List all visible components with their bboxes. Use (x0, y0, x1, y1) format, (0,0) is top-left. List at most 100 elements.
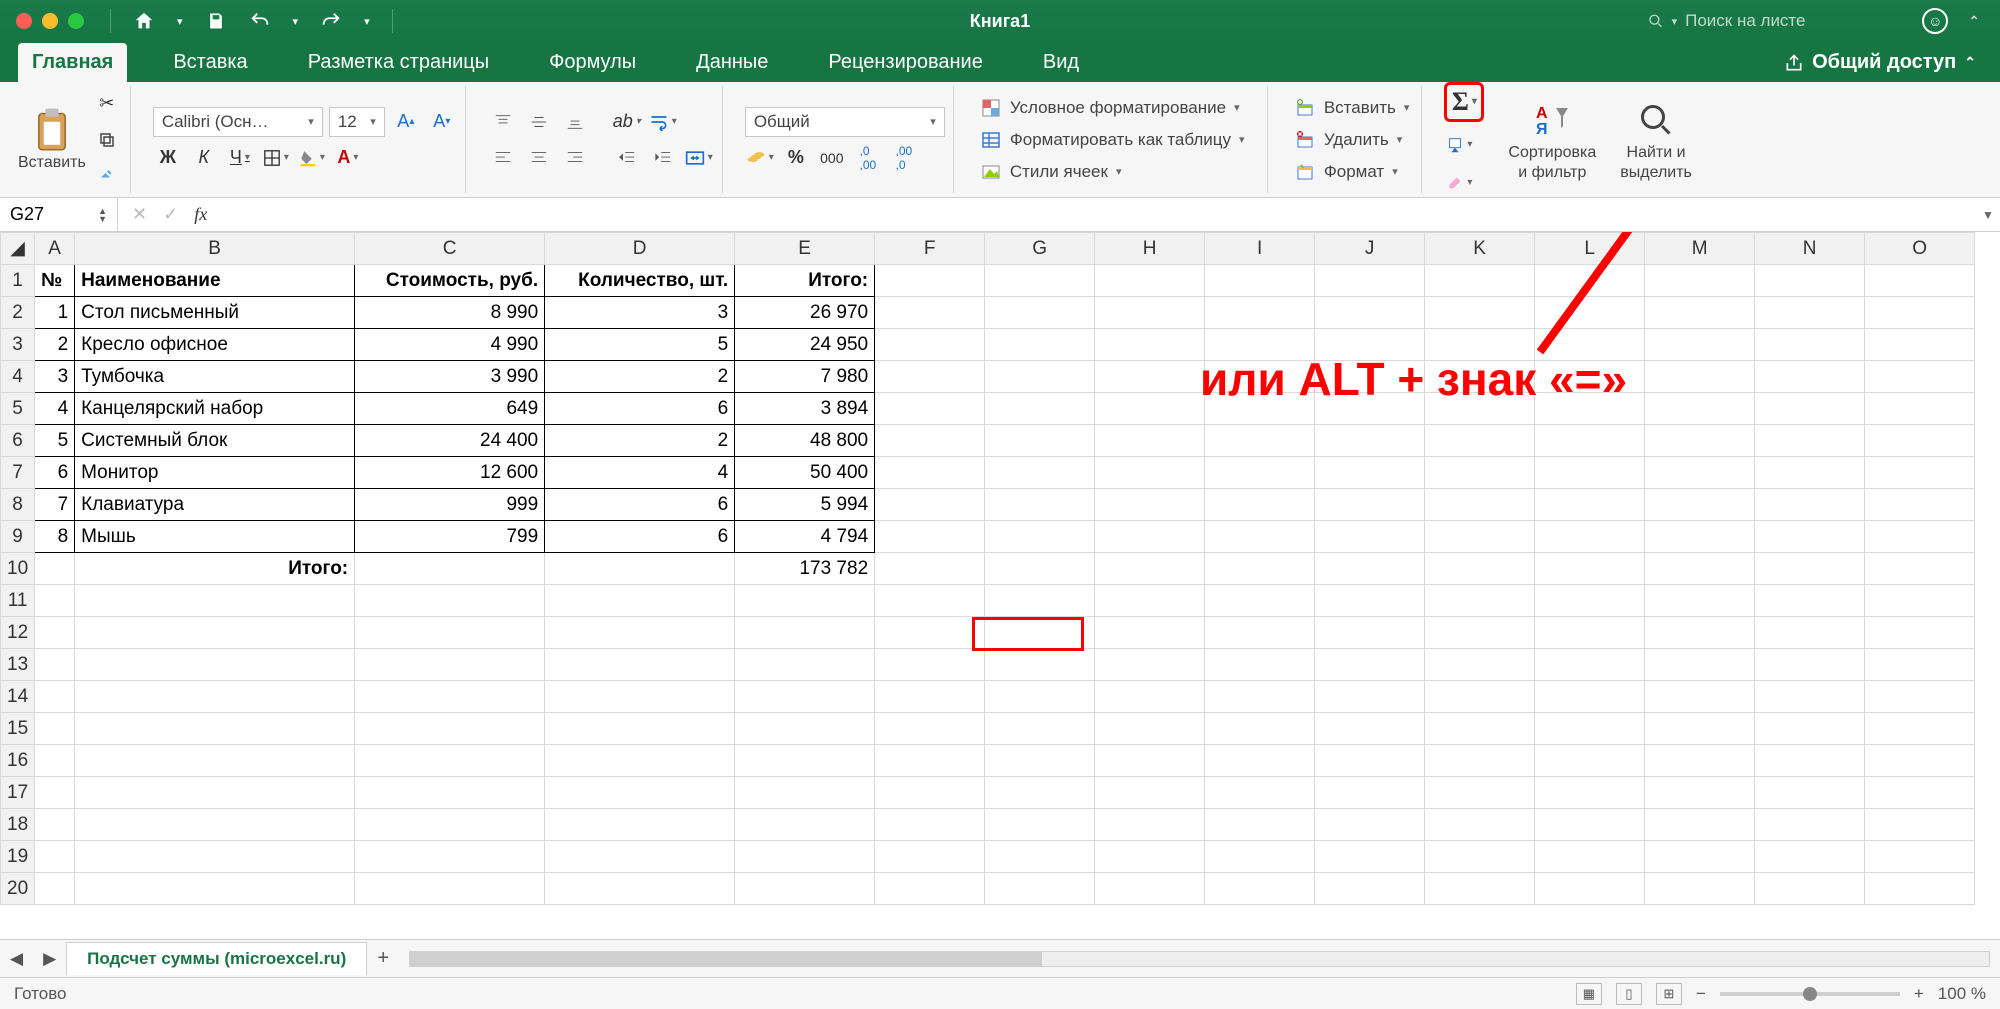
cell[interactable] (1755, 425, 1865, 457)
cell[interactable] (1645, 393, 1755, 425)
cell[interactable] (35, 649, 75, 681)
cell[interactable] (35, 777, 75, 809)
cell[interactable] (1645, 265, 1755, 297)
cell[interactable] (1755, 649, 1865, 681)
cell[interactable]: Монитор (75, 457, 355, 489)
cell[interactable] (1315, 649, 1425, 681)
cell[interactable] (1205, 265, 1315, 297)
cell[interactable] (1865, 649, 1975, 681)
col-header[interactable]: N (1755, 233, 1865, 265)
cell[interactable] (1315, 489, 1425, 521)
cell[interactable]: 8 990 (355, 297, 545, 329)
cell[interactable] (1315, 809, 1425, 841)
col-header[interactable]: D (545, 233, 735, 265)
cell[interactable] (545, 841, 735, 873)
cell[interactable] (545, 585, 735, 617)
cell[interactable] (875, 809, 985, 841)
currency-button[interactable] (745, 143, 775, 173)
row-header[interactable]: 2 (1, 297, 35, 329)
row-header[interactable]: 10 (1, 553, 35, 585)
cell[interactable]: Тумбочка (75, 361, 355, 393)
fill-color-button[interactable] (297, 143, 327, 173)
cell[interactable] (1755, 873, 1865, 905)
cell[interactable] (1425, 585, 1535, 617)
row-header[interactable]: 17 (1, 777, 35, 809)
cell[interactable] (985, 745, 1095, 777)
col-header[interactable]: G (985, 233, 1095, 265)
cell[interactable] (1095, 393, 1205, 425)
insert-cells-button[interactable]: Вставить▾ (1290, 95, 1414, 121)
cell[interactable] (1865, 873, 1975, 905)
close-window-button[interactable] (16, 13, 32, 29)
cell[interactable] (1535, 489, 1645, 521)
cell[interactable]: 6 (545, 521, 735, 553)
cell[interactable] (1645, 809, 1755, 841)
fill-button[interactable] (1444, 130, 1474, 160)
cell[interactable] (35, 681, 75, 713)
cell[interactable] (1645, 361, 1755, 393)
cell[interactable]: № (35, 265, 75, 297)
cell[interactable] (985, 809, 1095, 841)
cell[interactable] (875, 361, 985, 393)
cell[interactable] (1865, 457, 1975, 489)
cell[interactable] (1095, 585, 1205, 617)
cell[interactable] (545, 777, 735, 809)
cell[interactable]: 24 950 (735, 329, 875, 361)
cell[interactable]: Кресло офисное (75, 329, 355, 361)
row-header[interactable]: 13 (1, 649, 35, 681)
align-middle-icon[interactable] (524, 107, 554, 137)
cell[interactable] (1095, 873, 1205, 905)
cell[interactable] (985, 489, 1095, 521)
cell[interactable] (1535, 873, 1645, 905)
cell[interactable] (735, 585, 875, 617)
row-header[interactable]: 6 (1, 425, 35, 457)
cell[interactable] (75, 777, 355, 809)
cell[interactable] (1315, 297, 1425, 329)
cell[interactable] (1425, 841, 1535, 873)
cell[interactable] (1205, 713, 1315, 745)
add-sheet-button[interactable]: + (367, 947, 399, 970)
cell[interactable]: 999 (355, 489, 545, 521)
cell[interactable]: Итого: (735, 265, 875, 297)
row-header[interactable]: 14 (1, 681, 35, 713)
cell[interactable] (1205, 425, 1315, 457)
col-header[interactable]: E (735, 233, 875, 265)
cell[interactable] (75, 873, 355, 905)
cell[interactable] (1645, 457, 1755, 489)
tab-layout[interactable]: Разметка страницы (294, 43, 503, 82)
col-header[interactable]: A (35, 233, 75, 265)
cell[interactable] (735, 745, 875, 777)
cell[interactable] (1645, 521, 1755, 553)
cell[interactable] (75, 745, 355, 777)
cell[interactable] (1315, 873, 1425, 905)
increase-indent-icon[interactable] (648, 143, 678, 173)
prev-sheet-button[interactable]: ◀ (0, 949, 33, 969)
zoom-slider[interactable] (1720, 992, 1900, 996)
cell[interactable] (355, 649, 545, 681)
decrease-decimal-button[interactable]: ,00,0 (889, 143, 919, 173)
cell[interactable] (985, 393, 1095, 425)
cell[interactable] (1865, 745, 1975, 777)
cell[interactable] (545, 713, 735, 745)
delete-cells-button[interactable]: Удалить▾ (1290, 127, 1414, 153)
cut-icon[interactable]: ✂ (92, 89, 122, 119)
cell[interactable] (1755, 297, 1865, 329)
fx-icon[interactable]: fx (194, 204, 207, 225)
cell[interactable] (1535, 585, 1645, 617)
cell[interactable] (985, 553, 1095, 585)
cell[interactable] (875, 489, 985, 521)
zoom-out-button[interactable]: − (1696, 984, 1706, 1004)
search-input[interactable] (1685, 11, 1896, 31)
cell[interactable] (1425, 713, 1535, 745)
cell[interactable]: Количество, шт. (545, 265, 735, 297)
cell[interactable] (355, 841, 545, 873)
tab-view[interactable]: Вид (1029, 43, 1093, 82)
cell[interactable] (1645, 489, 1755, 521)
cell[interactable] (1865, 713, 1975, 745)
cell[interactable] (1425, 617, 1535, 649)
cell[interactable] (875, 457, 985, 489)
cell[interactable] (1535, 777, 1645, 809)
copy-icon[interactable] (92, 125, 122, 155)
cell[interactable] (1425, 457, 1535, 489)
cell[interactable]: 2 (545, 425, 735, 457)
